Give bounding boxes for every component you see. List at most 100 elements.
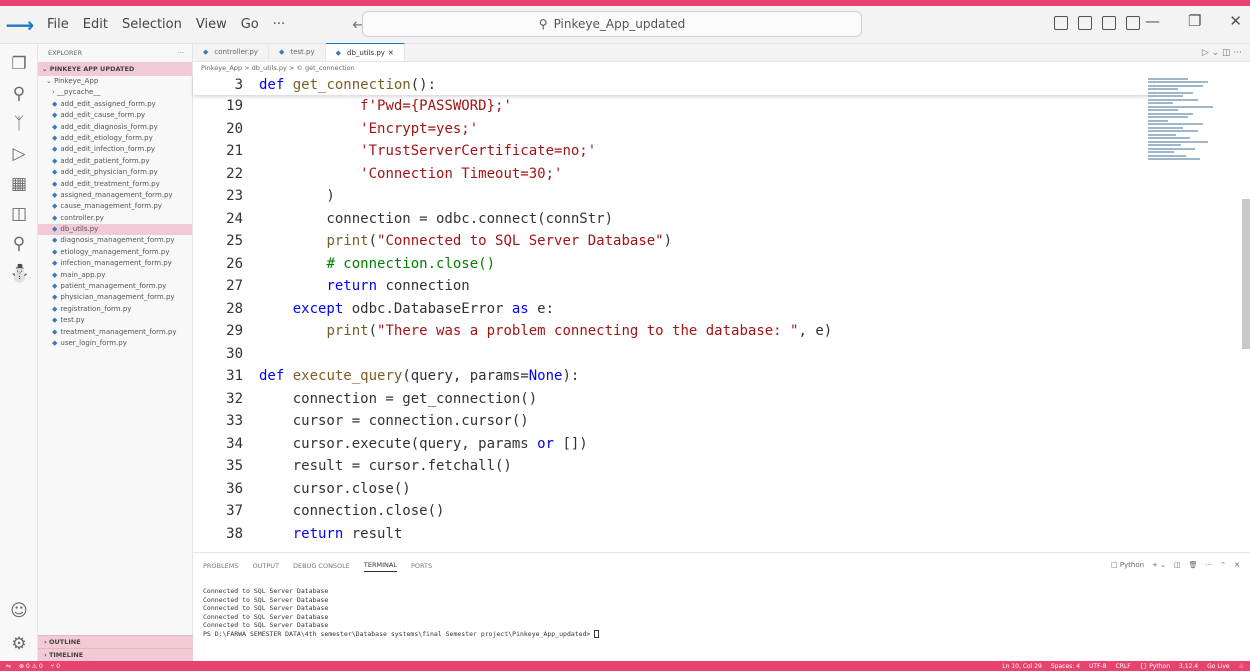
file-item[interactable]: ◆ add_edit_etiology_form.py [38,133,192,144]
remote-indicator-icon[interactable]: ⇋ [6,663,11,670]
tab-controller[interactable]: ◆ controller.py [193,43,269,61]
file-item[interactable]: ◆ patient_management_form.py [38,281,192,292]
line-number: 23 [226,188,243,204]
command-center-search[interactable]: ⚲ Pinkeye_App_updated [362,11,862,37]
line-ending[interactable]: CRLF [1116,663,1131,670]
timeline-section[interactable]: › TIMELINE [38,648,193,661]
terminal-output[interactable]: Connected to SQL Server Database Connect… [193,579,1250,639]
menu-view[interactable]: View [189,17,234,32]
line-number: 38 [226,525,243,542]
tab-db-utils[interactable]: ◆ db_utils.py ✕ [325,43,405,61]
explorer-sidebar: EXPLORER ··· ⌄ PINKEYE APP UPDATED ⌄ Pin… [38,44,193,661]
tab-debug-console[interactable]: DEBUG CONSOLE [293,562,350,570]
file-item[interactable]: ◆ main_app.py [38,270,192,281]
source-control-icon[interactable]: ᛉ [9,114,29,134]
file-item[interactable]: ◆ add_edit_treatment_form.py [38,179,192,190]
toggle-panel-icon[interactable] [1078,16,1092,30]
problems-count[interactable]: ⊗ 0 ⚠ 0 [19,663,43,670]
more-actions-icon[interactable]: ··· [1206,561,1213,569]
minimap[interactable] [1148,76,1218,216]
explorer-icon[interactable]: ❐ [9,54,29,74]
editor-area: ◆ controller.py ◆ test.py ◆ db_utils.py ✕ ▷ … [193,43,1250,552]
file-item[interactable]: ◆ assigned_management_form.py [38,190,192,201]
file-item[interactable]: ◆ cause_management_form.py [38,201,192,212]
docker-icon[interactable]: ⛄ [9,264,30,284]
restore-icon[interactable]: ❐ [1188,12,1201,30]
outline-label: OUTLINE [48,638,81,646]
language-mode[interactable]: {} Python [1140,663,1170,670]
terminal-shell-selector[interactable]: □ Python [1111,561,1144,569]
tab-close-icon[interactable]: ✕ [388,49,394,57]
folder-pycache[interactable]: › __pycache__ [38,87,192,98]
code-line: 38 return result [193,523,1153,546]
tab-test[interactable]: ◆ test.py [269,43,326,61]
close-icon[interactable]: ✕ [1229,12,1242,30]
file-item[interactable]: ◆ add_edit_diagnosis_form.py [38,122,192,133]
file-item[interactable]: ◆ user_login_form.py [38,338,192,349]
editor-actions[interactable]: ▷ ⌄ ◫ ··· [1202,48,1250,58]
extensions-icon[interactable]: ▦ [9,174,29,194]
run-debug-icon[interactable]: ▷ [9,144,29,164]
menu-more[interactable]: ··· [266,17,292,32]
file-item[interactable]: ◆ add_edit_physician_form.py [38,167,192,178]
remote-explorer-icon[interactable]: ◫ [9,204,29,224]
file-item[interactable]: ◆ add_edit_patient_form.py [38,156,192,167]
file-item[interactable]: ◆ physician_management_form.py [38,292,192,303]
file-item[interactable]: ◆ test.py [38,315,192,326]
tab-ports[interactable]: PORTS [411,562,432,570]
bottom-panel: PROBLEMS OUTPUT DEBUG CONSOLE TERMINAL P… [193,552,1250,661]
python-file-icon: ◆ [52,338,58,347]
menu-go[interactable]: Go [234,17,266,32]
file-label: infection_management_form.py [60,259,172,268]
file-item[interactable]: ◆ add_edit_infection_form.py [38,144,192,155]
toggle-sidebar-icon[interactable] [1054,16,1068,30]
file-item[interactable]: ◆ infection_management_form.py [38,258,192,269]
maximize-panel-icon[interactable]: ⌃ [1220,561,1226,569]
menu-selection[interactable]: Selection [115,17,189,32]
trash-icon[interactable]: 🗑 [1189,561,1198,569]
file-item[interactable]: ◆ treatment_management_form.py [38,327,192,338]
minimize-icon[interactable]: — [1145,12,1160,30]
file-item[interactable]: ◆ registration_form.py [38,304,192,315]
python-version[interactable]: 3.12.4 [1179,663,1198,670]
close-panel-icon[interactable]: ✕ [1234,561,1240,569]
tab-problems[interactable]: PROBLEMS [203,562,238,570]
code-editor[interactable]: 3 def get_connection(): 19 f'Pwd={PASSWOR… [193,75,1153,545]
settings-gear-icon[interactable]: ⚙ [9,634,29,654]
line-number: 31 [226,368,243,384]
cursor-position[interactable]: Ln 10, Col 29 [1002,663,1042,670]
terminal-line: Connected to SQL Server Database [203,587,329,595]
account-icon[interactable]: ☺ [9,601,29,621]
notifications-bell-icon[interactable]: ♧ [1239,663,1244,670]
new-terminal-icon[interactable]: + ⌄ [1152,561,1166,569]
file-item[interactable]: ◆ add_edit_assigned_form.py [38,99,192,110]
file-item[interactable]: ◆ controller.py [38,213,192,224]
workspace-root[interactable]: ⌄ PINKEYE APP UPDATED [38,62,192,76]
folder-pinkeye-app[interactable]: ⌄ Pinkeye_App [38,76,192,87]
customize-layout-icon[interactable] [1126,16,1140,30]
tab-terminal[interactable]: TERMINAL [363,561,397,572]
explorer-more-icon[interactable]: ··· [178,49,184,57]
testing-icon[interactable]: ⚲ [9,234,29,254]
line-number: 20 [226,120,243,137]
search-icon[interactable]: ⚲ [9,84,29,104]
go-live-button[interactable]: Go Live [1207,663,1229,670]
tab-output[interactable]: OUTPUT [252,562,279,570]
split-terminal-icon[interactable]: ◫ [1174,561,1181,569]
file-item[interactable]: ◆ etiology_management_form.py [38,247,192,258]
toggle-secondary-sidebar-icon[interactable] [1102,16,1116,30]
outline-section[interactable]: › OUTLINE [38,635,193,648]
encoding[interactable]: UTF-8 [1089,663,1107,670]
editor-scrollbar[interactable] [1242,199,1250,349]
menu-edit[interactable]: Edit [76,17,115,32]
file-item[interactable]: ◆ add_edit_cause_form.py [38,110,192,121]
python-file-icon: ◆ [52,304,58,313]
editor-tabs: ◆ controller.py ◆ test.py ◆ db_utils.py ✕ ▷ … [193,43,1250,62]
file-item[interactable]: ◆ diagnosis_management_form.py [38,235,192,246]
menu-file[interactable]: File [40,17,76,32]
breadcrumb[interactable]: Pinkeye_App > db_utils.py > © get_connec… [193,62,1250,75]
ports-count[interactable]: ⑂ 0 [51,663,60,670]
file-item[interactable]: ◆ db_utils.py [38,224,192,236]
indentation[interactable]: Spaces: 4 [1051,663,1080,670]
sticky-scroll-line[interactable]: 3 def get_connection(): [193,75,1153,95]
